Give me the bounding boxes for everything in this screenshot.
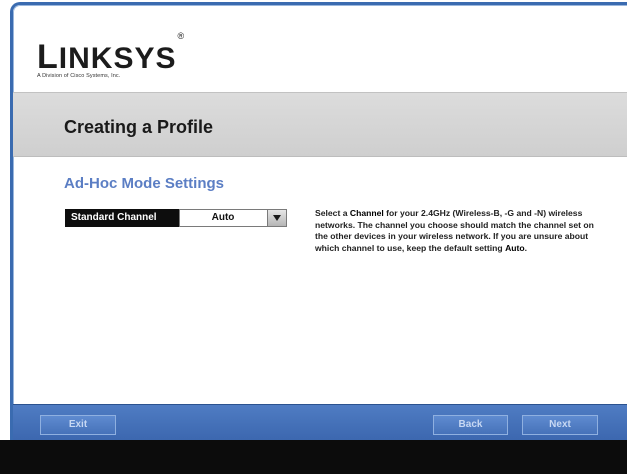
standard-channel-label: Standard Channel bbox=[65, 209, 179, 227]
button-bar: Exit Back Next bbox=[13, 404, 627, 440]
channel-help-text: Select a Channel for your 2.4GHz (Wirele… bbox=[315, 208, 594, 253]
chevron-down-icon bbox=[273, 215, 281, 221]
standard-channel-value: Auto bbox=[211, 212, 235, 223]
back-button[interactable]: Back bbox=[433, 415, 508, 435]
standard-channel-row: Standard Channel Auto bbox=[65, 209, 287, 227]
standard-channel-select[interactable]: Auto bbox=[179, 209, 287, 227]
page-title: Creating a Profile bbox=[64, 117, 214, 137]
section-title: Ad-Hoc Mode Settings bbox=[64, 175, 224, 192]
brand: LINKSYS® A Division of Cisco Systems, In… bbox=[37, 31, 186, 79]
taskbar bbox=[0, 440, 627, 474]
linksys-logo: LINKSYS® bbox=[37, 31, 186, 76]
exit-button[interactable]: Exit bbox=[40, 415, 116, 435]
dropdown-button[interactable] bbox=[267, 210, 286, 226]
setup-wizard-window: LINKSYS® A Division of Cisco Systems, In… bbox=[10, 2, 627, 440]
next-button[interactable]: Next bbox=[522, 415, 598, 435]
title-band: Creating a Profile bbox=[13, 92, 627, 157]
